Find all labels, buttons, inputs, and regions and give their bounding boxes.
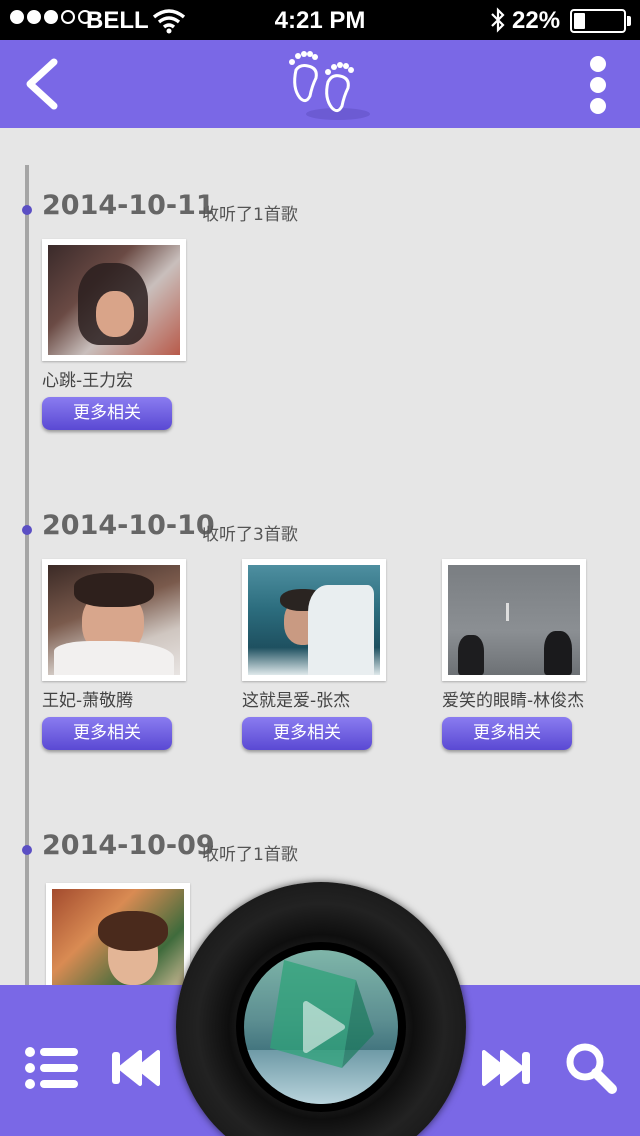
timeline-line — [25, 165, 29, 995]
previous-track-button[interactable] — [110, 1048, 162, 1088]
menu-dot — [590, 56, 606, 72]
bluetooth-icon — [491, 7, 505, 33]
search-button[interactable] — [564, 1041, 618, 1095]
song-title: 王妃-萧敬腾 — [42, 691, 134, 711]
footprints-icon — [289, 51, 370, 120]
album-cover[interactable] — [442, 559, 586, 681]
status-bar: BELL 4:21 PM 22% — [0, 0, 640, 40]
menu-dot — [590, 77, 606, 93]
album-cover[interactable] — [42, 559, 186, 681]
timeline-dot — [22, 525, 32, 535]
album-cover[interactable] — [242, 559, 386, 681]
nav-bar — [0, 40, 640, 128]
now-playing-disc[interactable] — [176, 882, 466, 1136]
more-related-button[interactable]: 更多相关 — [42, 717, 172, 750]
battery-icon — [570, 9, 626, 33]
day-summary: 收听了1首歌 — [202, 845, 298, 865]
day-date: 2014-10-09 — [42, 830, 215, 861]
song-title: 爱笑的眼睛-林俊杰 — [442, 691, 585, 711]
day-date: 2014-10-10 — [42, 510, 215, 541]
menu-dot — [590, 98, 606, 114]
next-track-button[interactable] — [480, 1048, 532, 1088]
back-button[interactable] — [20, 56, 64, 112]
day-date: 2014-10-11 — [42, 190, 215, 221]
more-related-button[interactable]: 更多相关 — [442, 717, 572, 750]
more-menu-button[interactable] — [584, 56, 612, 114]
battery-tip — [627, 16, 631, 26]
playlist-button[interactable] — [24, 1045, 80, 1091]
timeline-dot — [22, 845, 32, 855]
now-playing-cover — [244, 950, 398, 1104]
more-related-button[interactable]: 更多相关 — [42, 397, 172, 430]
play-icon — [303, 1001, 345, 1053]
battery-percentage: 22% — [512, 7, 561, 34]
day-summary: 收听了1首歌 — [202, 205, 298, 225]
album-cover[interactable] — [42, 239, 186, 361]
timeline-dot — [22, 205, 32, 215]
song-title: 心跳-王力宏 — [42, 371, 134, 391]
song-title: 这就是爱-张杰 — [242, 691, 351, 711]
more-related-button[interactable]: 更多相关 — [242, 717, 372, 750]
day-summary: 收听了3首歌 — [202, 525, 298, 545]
